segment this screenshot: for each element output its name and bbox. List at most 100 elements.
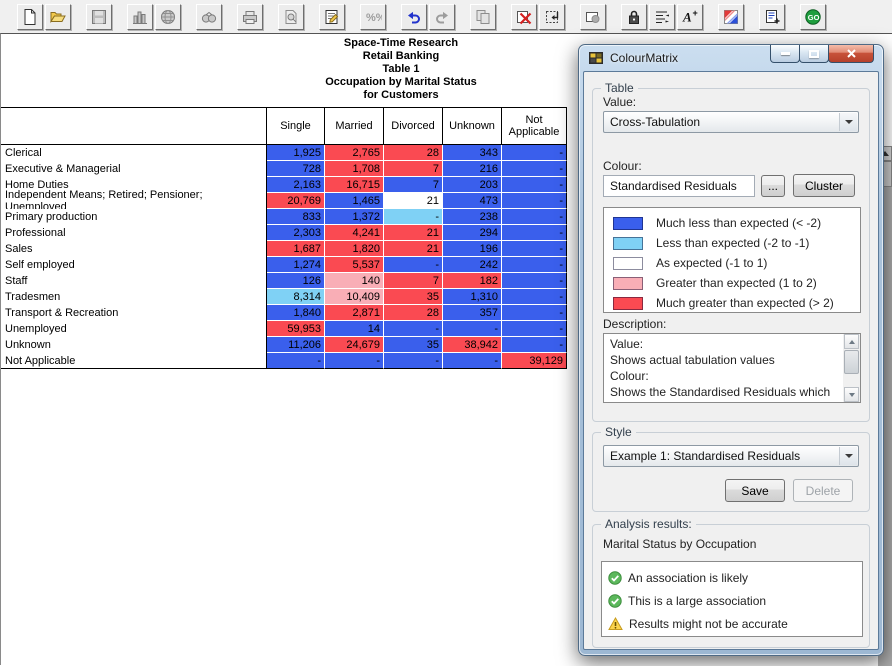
row-label[interactable]: Tradesmen bbox=[1, 289, 267, 305]
table-cell[interactable]: 126 bbox=[267, 273, 325, 289]
column-header-not-applicable[interactable]: Not Applicable bbox=[502, 107, 567, 145]
table-cell[interactable]: 343 bbox=[443, 145, 502, 161]
table-cell[interactable]: - bbox=[502, 225, 567, 241]
table-cell[interactable]: 16,715 bbox=[325, 177, 384, 193]
column-header-divorced[interactable]: Divorced bbox=[384, 107, 443, 145]
desc-scroll-up-button[interactable] bbox=[844, 334, 859, 349]
maximize-button[interactable] bbox=[799, 45, 829, 63]
table-cell[interactable]: 294 bbox=[443, 225, 502, 241]
description-scrollbar[interactable] bbox=[843, 334, 860, 402]
table-cell[interactable]: - bbox=[502, 257, 567, 273]
table-cell[interactable]: 5,537 bbox=[325, 257, 384, 273]
table-cell[interactable]: - bbox=[502, 289, 567, 305]
table-cell[interactable]: 1,840 bbox=[267, 305, 325, 321]
table-cell[interactable]: 1,372 bbox=[325, 209, 384, 225]
table-cell[interactable]: 728 bbox=[267, 161, 325, 177]
table-cell[interactable]: 28 bbox=[384, 145, 443, 161]
table-cell[interactable]: 2,303 bbox=[267, 225, 325, 241]
table-cell[interactable]: 10,409 bbox=[325, 289, 384, 305]
table-cell[interactable]: - bbox=[384, 353, 443, 369]
column-header-single[interactable]: Single bbox=[267, 107, 325, 145]
table-cell[interactable]: 59,953 bbox=[267, 321, 325, 337]
table-cell[interactable]: 28 bbox=[384, 305, 443, 321]
value-dropdown[interactable]: Cross-Tabulation bbox=[603, 111, 859, 133]
table-cell[interactable]: - bbox=[502, 241, 567, 257]
desc-scroll-down-button[interactable] bbox=[844, 387, 859, 402]
table-cell[interactable]: - bbox=[443, 321, 502, 337]
stub-header-cell[interactable] bbox=[1, 107, 267, 145]
table-cell[interactable]: - bbox=[325, 353, 384, 369]
delete-table-button[interactable] bbox=[511, 4, 537, 30]
go-button[interactable]: GO bbox=[800, 4, 826, 30]
table-cell[interactable]: - bbox=[384, 209, 443, 225]
desc-scroll-thumb[interactable] bbox=[844, 350, 859, 374]
table-cell[interactable]: 1,465 bbox=[325, 193, 384, 209]
table-cell[interactable]: 140 bbox=[325, 273, 384, 289]
style-dropdown[interactable]: Example 1: Standardised Residuals bbox=[603, 445, 859, 467]
table-cell[interactable]: 833 bbox=[267, 209, 325, 225]
table-cell[interactable]: 35 bbox=[384, 337, 443, 353]
font-size-button[interactable]: A+ bbox=[677, 4, 703, 30]
table-cell[interactable]: 39,129 bbox=[502, 353, 567, 369]
table-cell[interactable]: 14 bbox=[325, 321, 384, 337]
table-cell[interactable]: 38,942 bbox=[443, 337, 502, 353]
add-report-button[interactable] bbox=[759, 4, 785, 30]
table-cell[interactable]: - bbox=[502, 273, 567, 289]
table-cell[interactable]: - bbox=[384, 321, 443, 337]
table-cell[interactable]: - bbox=[502, 209, 567, 225]
table-cell[interactable]: 4,241 bbox=[325, 225, 384, 241]
column-header-married[interactable]: Married bbox=[325, 107, 384, 145]
table-cell[interactable]: 182 bbox=[443, 273, 502, 289]
table-cell[interactable]: 216 bbox=[443, 161, 502, 177]
table-cell[interactable]: 242 bbox=[443, 257, 502, 273]
row-label[interactable]: Staff bbox=[1, 273, 267, 289]
table-cell[interactable]: - bbox=[384, 257, 443, 273]
table-cell[interactable]: 357 bbox=[443, 305, 502, 321]
table-cell[interactable]: 21 bbox=[384, 225, 443, 241]
colour-matrix-button[interactable] bbox=[718, 4, 744, 30]
row-label[interactable]: Transport & Recreation bbox=[1, 305, 267, 321]
table-cell[interactable]: 1,708 bbox=[325, 161, 384, 177]
table-cell[interactable]: 35 bbox=[384, 289, 443, 305]
table-cell[interactable]: 1,274 bbox=[267, 257, 325, 273]
column-header-unknown[interactable]: Unknown bbox=[443, 107, 502, 145]
dialog-titlebar[interactable]: ColourMatrix bbox=[579, 45, 883, 71]
row-label[interactable]: Clerical bbox=[1, 145, 267, 161]
table-cell[interactable]: 1,687 bbox=[267, 241, 325, 257]
row-label[interactable]: Unknown bbox=[1, 337, 267, 353]
table-cell[interactable]: 1,310 bbox=[443, 289, 502, 305]
table-cell[interactable]: - bbox=[502, 177, 567, 193]
lock-table-button[interactable] bbox=[621, 4, 647, 30]
table-cell[interactable]: 11,206 bbox=[267, 337, 325, 353]
row-label[interactable]: Unemployed bbox=[1, 321, 267, 337]
table-cell[interactable]: 2,871 bbox=[325, 305, 384, 321]
table-cell[interactable]: 7 bbox=[384, 161, 443, 177]
table-cell[interactable]: - bbox=[502, 161, 567, 177]
table-cell[interactable]: - bbox=[502, 321, 567, 337]
suppress-cells-button[interactable] bbox=[580, 4, 606, 30]
row-label[interactable]: Primary production bbox=[1, 209, 267, 225]
table-cell[interactable]: - bbox=[267, 353, 325, 369]
browse-button[interactable]: ... bbox=[761, 175, 785, 197]
table-cell[interactable]: - bbox=[443, 353, 502, 369]
transpose-table-button[interactable] bbox=[539, 4, 565, 30]
close-button[interactable] bbox=[828, 45, 874, 63]
row-label[interactable]: Sales bbox=[1, 241, 267, 257]
table-cell[interactable]: - bbox=[502, 337, 567, 353]
table-cell[interactable]: 21 bbox=[384, 193, 443, 209]
row-label[interactable]: Self employed bbox=[1, 257, 267, 273]
colour-input[interactable]: Standardised Residuals bbox=[603, 175, 755, 197]
row-label[interactable]: Executive & Managerial bbox=[1, 161, 267, 177]
row-label[interactable]: Not Applicable bbox=[1, 353, 267, 369]
table-cell[interactable]: 2,163 bbox=[267, 177, 325, 193]
open-file-button[interactable] bbox=[45, 4, 71, 30]
row-label[interactable]: Independent Means; Retired; Pensioner; U… bbox=[1, 193, 267, 209]
undo-button[interactable] bbox=[401, 4, 427, 30]
table-cell[interactable]: 7 bbox=[384, 177, 443, 193]
table-cell[interactable]: 203 bbox=[443, 177, 502, 193]
table-cell[interactable]: 21 bbox=[384, 241, 443, 257]
minimize-button[interactable] bbox=[770, 45, 800, 63]
table-cell[interactable]: - bbox=[502, 145, 567, 161]
edit-notes-button[interactable] bbox=[319, 4, 345, 30]
table-cell[interactable]: 1,925 bbox=[267, 145, 325, 161]
